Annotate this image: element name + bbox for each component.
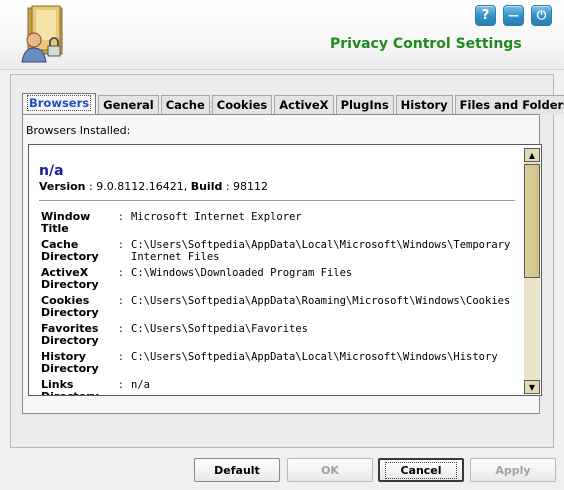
separator-line — [39, 200, 515, 201]
version-label: Version — [39, 180, 86, 193]
property-row: Window Title : Microsoft Internet Explor… — [41, 211, 515, 239]
privacy-folder-user-icon — [21, 5, 63, 63]
apply-button[interactable]: Apply — [470, 458, 556, 482]
property-row: Cache Directory : C:\Users\Softpedia\App… — [41, 239, 515, 267]
scroll-thumb[interactable] — [524, 164, 540, 278]
property-key: Window Title — [41, 210, 91, 235]
property-value: C:\Users\Softpedia\AppData\Roaming\Micro… — [131, 295, 511, 307]
cancel-button[interactable]: Cancel — [378, 458, 464, 482]
build-label: Build — [190, 180, 223, 193]
build-value: 98112 — [233, 180, 269, 193]
property-colon: : — [119, 322, 123, 335]
browser-details-box: n/a Version : 9.0.8112.16421, Build : 98… — [28, 144, 542, 396]
scroll-down-button[interactable]: ▼ — [524, 380, 540, 394]
property-key: Links Directory — [41, 378, 99, 396]
property-row: Cookies Directory : C:\Users\Softpedia\A… — [41, 295, 515, 323]
help-icon: ? — [481, 8, 490, 23]
footer-bar: Default OK Cancel Apply — [0, 450, 564, 490]
minimize-icon: — — [508, 9, 519, 22]
tab-strip: Browsers General Cache Cookies ActiveX P… — [22, 93, 564, 115]
property-colon: : — [119, 210, 123, 223]
property-colon: : — [119, 294, 123, 307]
window-title: Privacy Control Settings — [330, 36, 522, 52]
property-colon: : — [119, 378, 123, 391]
version-value: 9.0.8112.16421 — [96, 180, 184, 193]
scroll-up-button[interactable]: ▲ — [524, 148, 540, 162]
property-row: ActiveX Directory : C:\Windows\Downloade… — [41, 267, 515, 295]
property-value: C:\Users\Softpedia\AppData\Local\Microso… — [131, 351, 498, 363]
property-row: Links Directory : n/a — [41, 379, 515, 396]
tab-cache[interactable]: Cache — [160, 95, 210, 114]
tab-browsers[interactable]: Browsers — [22, 93, 97, 114]
default-button[interactable]: Default — [194, 458, 280, 482]
vertical-scrollbar[interactable]: ▲ ▼ — [524, 148, 540, 394]
close-button[interactable]: ⏻ — [531, 5, 552, 26]
tab-plugins[interactable]: PlugIns — [335, 95, 394, 114]
tab-general[interactable]: General — [98, 95, 159, 114]
property-value: Microsoft Internet Explorer — [131, 211, 302, 223]
property-value: C:\Windows\Downloaded Program Files — [131, 267, 353, 279]
property-value: C:\Users\Softpedia\AppData\Local\Microso… — [131, 239, 511, 263]
version-line: Version : 9.0.8112.16421, Build : 98112 — [39, 180, 268, 193]
power-icon: ⏻ — [536, 8, 547, 22]
tab-files-and-folders[interactable]: Files and Folders — [454, 95, 564, 114]
ok-button[interactable]: OK — [287, 458, 373, 482]
property-key: Cookies Directory — [41, 294, 99, 319]
browsers-installed-label: Browsers Installed: — [26, 124, 131, 137]
property-key: Favorites Directory — [41, 322, 99, 347]
minimize-button[interactable]: — — [503, 5, 524, 26]
comma-sep: , — [183, 180, 191, 193]
arrow-up-icon: ▲ — [528, 150, 536, 160]
property-key: Cache Directory — [41, 238, 99, 263]
property-colon: : — [119, 266, 123, 279]
tab-activex[interactable]: ActiveX — [274, 95, 334, 114]
tab-cookies[interactable]: Cookies — [211, 95, 273, 114]
property-colon: : — [119, 350, 123, 363]
property-key: History Directory — [41, 350, 99, 375]
arrow-down-icon: ▼ — [528, 382, 536, 392]
property-key: ActiveX Directory — [41, 266, 99, 291]
property-row: Favorites Directory : C:\Users\Softpedia… — [41, 323, 515, 351]
property-value: C:\Users\Softpedia\Favorites — [131, 323, 309, 335]
browser-properties-list: Window Title : Microsoft Internet Explor… — [41, 211, 515, 396]
colon-sep: : — [225, 180, 234, 193]
tab-label: Browsers — [27, 95, 92, 111]
cancel-label: Cancel — [385, 461, 457, 479]
help-button[interactable]: ? — [475, 5, 496, 26]
property-row: History Directory : C:\Users\Softpedia\A… — [41, 351, 515, 379]
browser-name: n/a — [39, 163, 64, 179]
property-colon: : — [119, 238, 123, 251]
header-bar: Privacy Control Settings ? — ⏻ — [0, 0, 564, 70]
tab-history[interactable]: History — [395, 95, 453, 114]
property-value: n/a — [131, 379, 150, 391]
